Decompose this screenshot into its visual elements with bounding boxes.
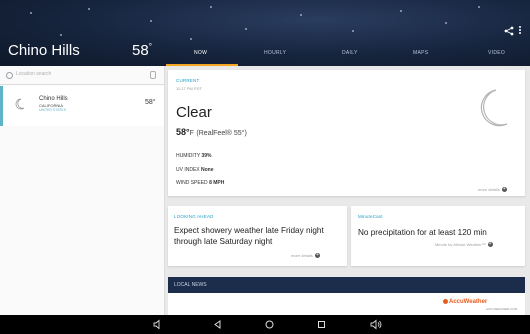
current-label: CURRENT xyxy=(176,78,200,83)
brand-footer: AccuWeather ACCUWEATHER.COM xyxy=(168,293,525,315)
plus-circle-icon: + xyxy=(501,186,507,193)
current-temperature: 58°F (RealFeel® 55°) xyxy=(176,127,247,137)
condition-text: Clear xyxy=(176,104,212,121)
location-country: UNITED STATES xyxy=(39,108,67,112)
local-news-label: LOCAL NEWS xyxy=(174,282,207,288)
accuweather-logo: AccuWeather xyxy=(443,299,487,305)
recent-apps-icon[interactable] xyxy=(316,319,327,330)
locations-panel: Location search Chino Hills CALIFORNIA U… xyxy=(0,66,165,315)
minutecast-summary: No precipitation for at least 120 min xyxy=(358,228,487,237)
local-news-header[interactable]: LOCAL NEWS xyxy=(168,277,525,293)
volume-up-icon[interactable] xyxy=(370,319,383,330)
back-icon[interactable] xyxy=(212,319,223,330)
moon-icon xyxy=(15,98,25,110)
plus-circle-icon: + xyxy=(487,241,493,248)
tab-maps[interactable]: MAPS xyxy=(413,50,428,56)
location-pin-icon[interactable] xyxy=(150,71,156,79)
system-navigation-bar xyxy=(0,315,530,334)
plus-circle-icon: + xyxy=(314,252,320,259)
location-temperature: 58° xyxy=(145,99,156,106)
location-item[interactable]: Chino Hills CALIFORNIA UNITED STATES 58° xyxy=(0,86,164,126)
more-details-link[interactable]: more details + xyxy=(291,252,320,259)
wind-speed-row: WIND SPEED 8 MPH xyxy=(176,180,225,186)
minutecast-label: MinuteCast xyxy=(358,214,383,219)
search-icon xyxy=(6,72,13,79)
active-tab-indicator xyxy=(166,64,238,66)
current-conditions-card[interactable]: CURRENT 11:17 PM PDT Clear 58°F (RealFee… xyxy=(168,70,525,196)
tab-now[interactable]: NOW xyxy=(194,50,207,56)
tab-daily[interactable]: DAILY xyxy=(342,50,358,56)
overflow-menu-icon[interactable] xyxy=(518,25,522,37)
home-icon[interactable] xyxy=(264,319,275,330)
minutecast-link[interactable]: Minute by Minute Weather™ + xyxy=(435,241,493,248)
observation-time: 11:17 PM PDT xyxy=(176,86,202,91)
moon-icon xyxy=(480,89,508,127)
forecast-summary: Expect showery weather late Friday night… xyxy=(174,226,324,246)
looking-ahead-label: LOOKING AHEAD xyxy=(174,214,214,219)
more-details-link[interactable]: more details + xyxy=(478,186,507,193)
location-name: Chino Hills xyxy=(39,96,68,102)
share-icon[interactable] xyxy=(504,26,514,36)
search-input[interactable]: Location search xyxy=(16,71,51,77)
tab-hourly[interactable]: HOURLY xyxy=(264,50,286,56)
location-search[interactable]: Location search xyxy=(0,66,164,85)
uv-index-row: UV INDEX None xyxy=(176,167,214,173)
minutecast-card[interactable]: MinuteCast No precipitation for at least… xyxy=(351,206,525,266)
looking-ahead-card[interactable]: LOOKING AHEAD Expect showery weather lat… xyxy=(168,206,347,266)
header-temperature: 58° xyxy=(132,42,152,59)
city-title: Chino Hills xyxy=(8,42,80,59)
volume-down-icon[interactable] xyxy=(153,319,164,330)
humidity-row: HUMIDITY 39% xyxy=(176,153,212,159)
brand-subtitle: ACCUWEATHER.COM xyxy=(486,307,518,311)
tab-video[interactable]: VIDEO xyxy=(488,50,505,56)
